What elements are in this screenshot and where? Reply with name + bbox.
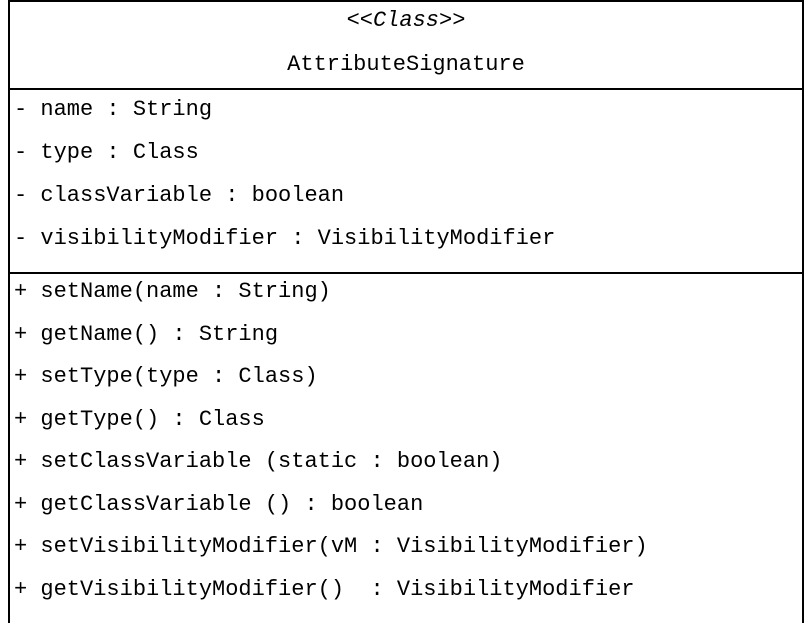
class-header: <<Class>> AttributeSignature	[10, 2, 802, 90]
operations-compartment: + setName(name : String) + getName() : S…	[10, 274, 802, 604]
attributes-compartment: - name : String - type : Class - classVa…	[10, 90, 802, 274]
class-stereotype: <<Class>>	[346, 8, 466, 33]
uml-class-box: <<Class>> AttributeSignature - name : St…	[8, 0, 804, 623]
operation-item: + getType() : Class	[14, 406, 265, 432]
operation-item: + setType(type : Class)	[14, 364, 318, 389]
class-name: AttributeSignature	[287, 52, 525, 77]
operation-item: + getVisibilityModifier() : VisibilityMo…	[14, 576, 635, 602]
operation-item: + setClassVariable (static : boolean)	[14, 449, 503, 474]
attribute-item: - type : Class	[14, 140, 199, 165]
attribute-item: - visibilityModifier : VisibilityModifie…	[14, 226, 556, 251]
attribute-item: - classVariable : boolean	[14, 183, 345, 208]
operation-item: + setVisibilityModifier(vM : VisibilityM…	[14, 534, 648, 559]
operation-item: + getClassVariable () : boolean	[14, 491, 424, 517]
operation-item: + setName(name : String)	[14, 279, 331, 304]
attribute-item: - name : String	[14, 97, 213, 122]
operation-item: + getName() : String	[14, 321, 279, 347]
